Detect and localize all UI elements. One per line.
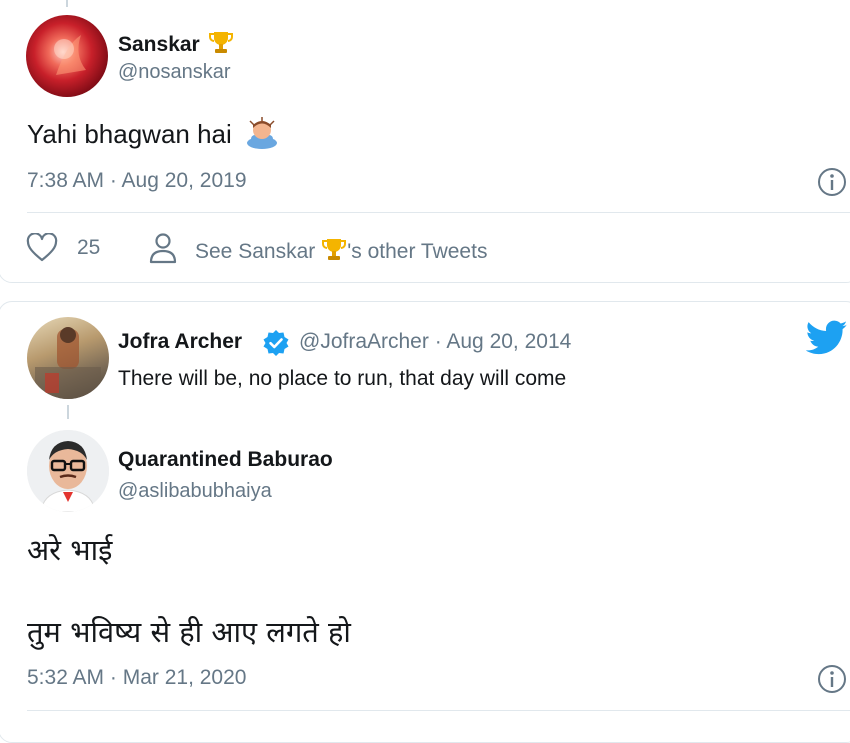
thread-line	[67, 405, 69, 419]
avatar-art	[27, 430, 109, 512]
thread-line	[66, 0, 68, 7]
tweet2-timestamp[interactable]: 5:32 AM · Mar 21, 2020	[27, 666, 246, 690]
heart-icon[interactable]	[26, 232, 58, 268]
trophy-icon	[321, 236, 347, 268]
tweet1-timestamp[interactable]: 7:38 AM · Aug 20, 2019	[27, 169, 247, 193]
author-name-text[interactable]: Sanskar	[118, 33, 200, 56]
quoted-handle[interactable]: @JofraArcher	[299, 330, 429, 353]
see-other-prefix[interactable]: See Sanskar	[195, 240, 315, 263]
see-other-tweets-link[interactable]: See Sanskar 's other Tweets	[195, 236, 487, 268]
tweet2-handle[interactable]: @aslibabubhaiya	[118, 480, 272, 503]
tweet1-text-content: Yahi bhagwan hai	[27, 119, 232, 149]
twitter-bird-icon[interactable]	[805, 320, 848, 361]
quoted-date[interactable]: · Aug 20, 2014	[435, 330, 572, 353]
quoted-text: There will be, no place to run, that day…	[118, 367, 567, 390]
divider	[27, 212, 850, 213]
man-bowing-emoji	[245, 117, 279, 156]
info-icon[interactable]	[816, 663, 848, 700]
quoted-handle-date[interactable]: @JofraArcher · Aug 20, 2014	[299, 330, 571, 354]
tweet1-text: Yahi bhagwan hai	[27, 117, 279, 156]
like-count[interactable]: 25	[77, 236, 100, 260]
avatar-quarantined-baburao[interactable]	[27, 430, 109, 512]
tweet2-text-line1: अरे भाई	[27, 533, 113, 567]
avatar-sanskar[interactable]	[26, 15, 108, 97]
quoted-author-name[interactable]: Jofra Archer	[118, 330, 242, 354]
tweet1-handle[interactable]: @nosanskar	[118, 61, 231, 84]
see-other-suffix[interactable]: 's other Tweets	[347, 240, 487, 263]
tweet2-text-line2: तुम भविष्य से ही आए लगते हो	[27, 615, 351, 649]
avatar-art	[54, 35, 86, 75]
avatar-jofra-archer[interactable]	[27, 317, 109, 399]
avatar-art	[35, 327, 101, 399]
trophy-icon	[208, 29, 234, 61]
tweet2-author-name[interactable]: Quarantined Baburao	[118, 448, 333, 472]
divider	[27, 710, 850, 711]
person-icon[interactable]	[149, 232, 177, 269]
verified-badge-icon	[262, 329, 290, 362]
info-icon[interactable]	[816, 166, 848, 203]
tweet1-author-name[interactable]: Sanskar	[118, 29, 234, 61]
